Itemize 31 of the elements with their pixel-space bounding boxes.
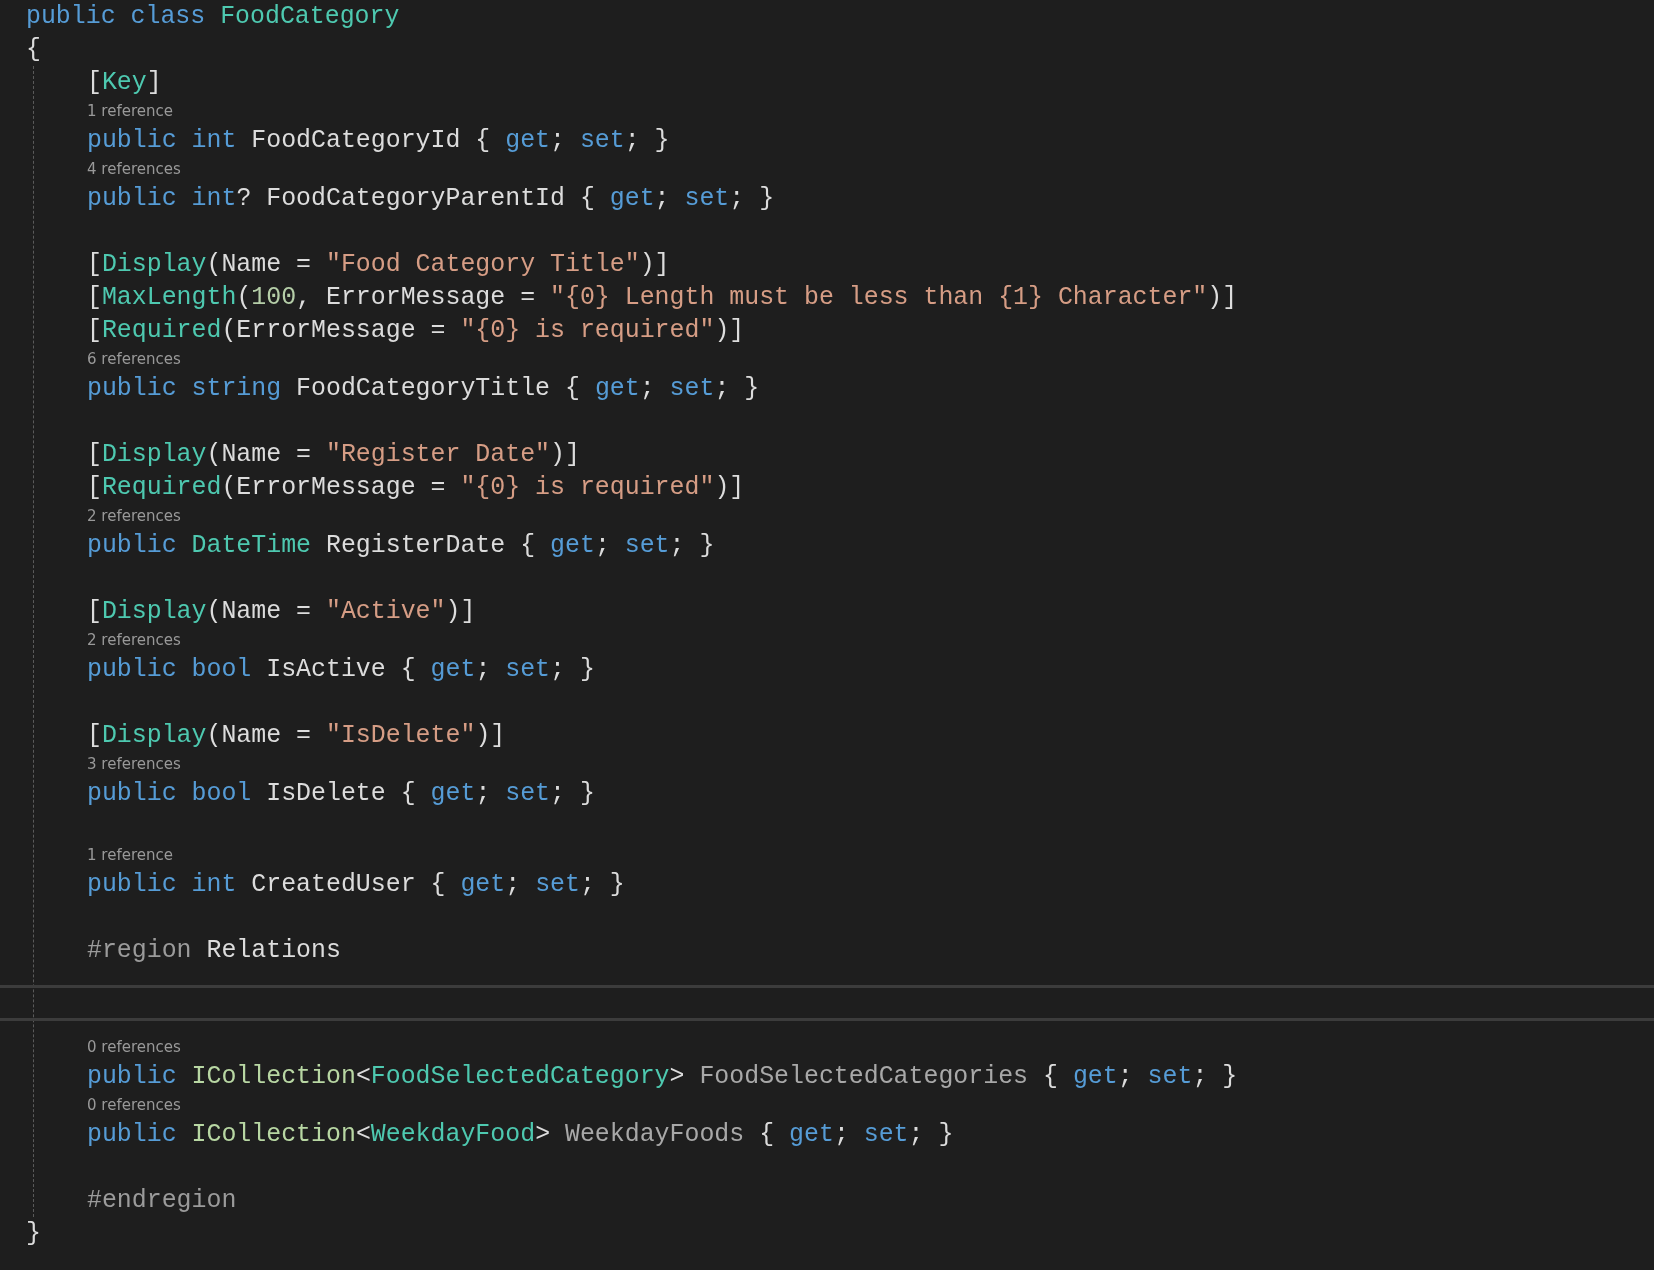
reference-count[interactable]: 1 reference [87,102,173,120]
code-line: public class FoodCategory [26,2,400,30]
code-line: public int FoodCategoryId { get; set; } [87,126,670,154]
reference-count[interactable]: 2 references [87,507,181,525]
code-line: public int CreatedUser { get; set; } [87,870,625,898]
code-line: [Required(ErrorMessage = "{0} is required")] [87,316,745,344]
reference-count[interactable]: 6 references [87,350,181,368]
code-line: public DateTime RegisterDate { get; set; } [87,531,715,559]
reference-count[interactable]: 1 reference [87,846,173,864]
code-line: public bool IsActive { get; set; } [87,655,595,683]
code-line: [Display(Name = "IsDelete")] [87,721,506,749]
reference-count[interactable]: 0 references [87,1096,181,1114]
code-line: [Key] [87,68,162,96]
code-line: } [26,1219,41,1247]
code-line: [Display(Name = "Register Date")] [87,440,580,468]
reference-count[interactable]: 2 references [87,631,181,649]
code-line: public string FoodCategoryTitle { get; set; } [87,374,760,402]
reference-count[interactable]: 3 references [87,755,181,773]
reference-count[interactable]: 0 references [87,1038,181,1056]
code-line: public ICollection<WeekdayFood> WeekdayFoods { get; set; } [87,1120,954,1148]
code-line: #region Relations [87,936,341,964]
code-line: { [26,35,41,63]
code-line: [Display(Name = "Active")] [87,597,476,625]
code-line: [MaxLength(100, ErrorMessage = "{0} Length must be less than {1} Character")] [87,283,1238,311]
code-line: public bool IsDelete { get; set; } [87,779,595,807]
code-line: public int? FoodCategoryParentId { get; set; } [87,184,775,212]
code-line: public ICollection<FoodSelectedCategory> FoodSelectedCategories { get; set; } [87,1062,1238,1090]
reference-count[interactable]: 4 references [87,160,181,178]
code-line: [Required(ErrorMessage = "{0} is required")] [87,473,745,501]
code-line: [Display(Name = "Food Category Title")] [87,250,670,278]
code-line: #endregion [87,1186,237,1214]
